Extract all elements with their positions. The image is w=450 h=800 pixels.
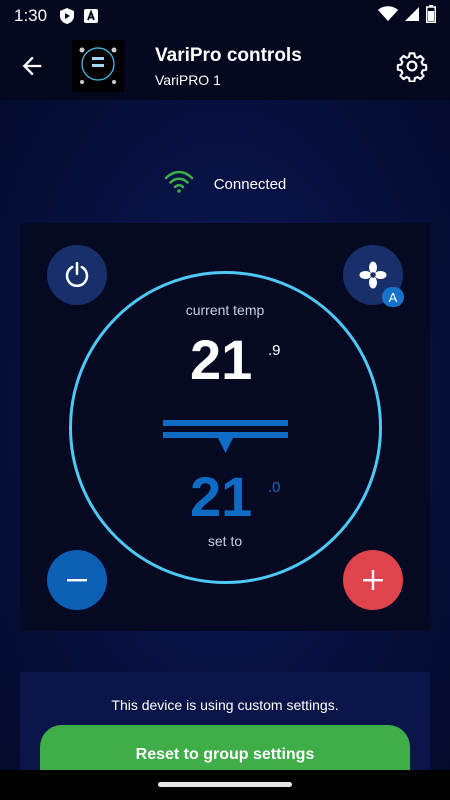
- back-button[interactable]: [18, 52, 46, 80]
- status-time: 1:30: [14, 6, 48, 25]
- current-temp-value: 21: [190, 328, 253, 391]
- temp-divider: [163, 420, 288, 455]
- setpoint-label: set to: [207, 533, 243, 549]
- setpoint-decimal: .0: [268, 479, 281, 496]
- gear-icon: [396, 52, 428, 83]
- home-gesture-handle[interactable]: [158, 782, 292, 787]
- arrow-back-icon: [22, 56, 42, 76]
- power-button[interactable]: [47, 245, 107, 305]
- header: 1:30 VariPro controls VariPRO 1: [0, 0, 450, 100]
- a-notification-icon: [83, 8, 99, 24]
- wifi-status-icon: [378, 5, 398, 27]
- connection-label: Connected: [213, 175, 287, 193]
- settings-button[interactable]: [396, 50, 428, 83]
- reset-to-group-button[interactable]: Reset to group settings: [40, 725, 410, 770]
- status-bar: 1:30: [0, 0, 450, 32]
- decrease-temp-button[interactable]: [47, 550, 107, 610]
- app-bar: VariPro controls VariPRO 1: [0, 32, 450, 100]
- play-protect-icon: [59, 7, 75, 25]
- connection-status: Connected: [0, 170, 450, 198]
- minus-icon: [67, 579, 87, 582]
- wifi-icon: [164, 170, 194, 199]
- plus-icon: [363, 570, 383, 590]
- battery-icon: [426, 4, 436, 28]
- power-icon: [65, 261, 89, 287]
- device-thumbnail: [72, 40, 124, 92]
- current-temp-label: current temp: [185, 302, 265, 318]
- custom-settings-message: This device is using custom settings.: [111, 697, 339, 713]
- device-name: VariPRO 1: [155, 72, 221, 88]
- fan-icon: [359, 261, 387, 289]
- setpoint-value: 21: [190, 465, 253, 528]
- current-temp-decimal: .9: [268, 342, 281, 359]
- status-right-icons: [378, 4, 436, 28]
- increase-temp-button[interactable]: [343, 550, 403, 610]
- page-title: VariPro controls: [155, 45, 302, 66]
- cell-signal-icon: [404, 6, 420, 27]
